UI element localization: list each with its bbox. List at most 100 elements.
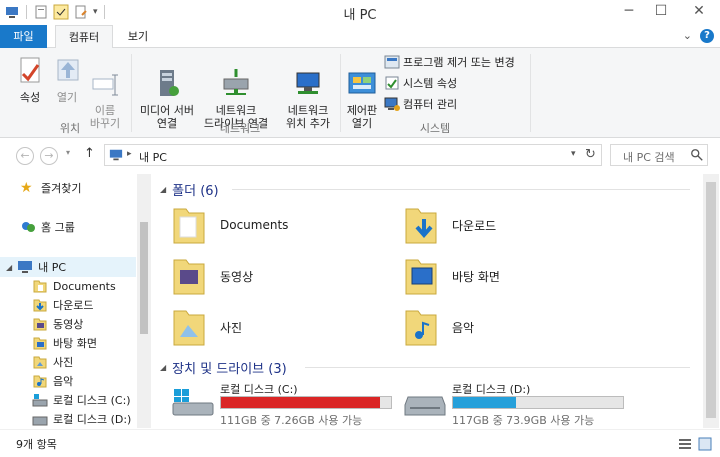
forward-button[interactable]: →	[40, 147, 58, 165]
nav-item-label: 바탕 화면	[53, 337, 97, 350]
address-bar[interactable]: ▸ 내 PC ▾ ↻	[104, 144, 602, 166]
desktop-folder-icon	[405, 259, 437, 295]
nav-item-drive-c[interactable]: 로컬 디스크 (C:)	[32, 391, 131, 409]
rename-button[interactable]: 이름 바꾸기	[86, 54, 124, 130]
minimize-button[interactable]: ─	[614, 0, 644, 22]
folder-music[interactable]: 음악	[404, 307, 474, 347]
system-properties-label: 시스템 속성	[403, 77, 458, 90]
refresh-icon[interactable]: ↻	[585, 147, 596, 162]
downloads-folder-icon	[33, 299, 47, 312]
add-network-location-button[interactable]: 네트워크 위치 추가	[280, 54, 336, 130]
back-button[interactable]: ←	[16, 147, 34, 165]
collapse-arrow-icon[interactable]: ◢	[160, 185, 166, 194]
system-properties-button[interactable]: 시스템 속성	[384, 75, 457, 91]
window-title: 내 PC	[343, 8, 377, 23]
item-count: 9개 항목	[16, 438, 57, 451]
search-icon[interactable]	[690, 148, 704, 162]
desktop-folder-icon	[33, 337, 47, 350]
control-panel-button[interactable]: 제어판 열기	[344, 54, 380, 130]
drive-c[interactable]: 로컬 디스크 (C:) 111GB 중 7.26GB 사용 가능	[172, 381, 402, 427]
computer-management-button[interactable]: 컴퓨터 관리	[384, 96, 457, 112]
drive-d[interactable]: 로컬 디스크 (D:) 117GB 중 73.9GB 사용 가능	[404, 381, 634, 427]
nav-item-pictures[interactable]: 사진	[32, 353, 73, 371]
nav-item-label: Documents	[53, 279, 116, 293]
drives-header-label: 장치 및 드라이브 (3)	[172, 362, 287, 377]
folder-documents[interactable]: Documents	[172, 205, 288, 245]
nav-item-desktop[interactable]: 바탕 화면	[32, 334, 97, 352]
drive-usage-bar	[220, 396, 392, 409]
address-dropdown-icon[interactable]: ▾	[571, 149, 576, 159]
map-drive-button[interactable]: 네트워크 드라이브 연결	[200, 54, 272, 130]
open-label: 열기	[56, 91, 78, 104]
nav-this-pc-label: 내 PC	[38, 261, 67, 274]
recent-locations-icon[interactable]: ▾	[66, 148, 70, 157]
collapse-arrow-icon[interactable]: ◢	[6, 263, 12, 272]
nav-homegroup[interactable]: 홈 그룹	[20, 218, 75, 236]
folder-label: Documents	[220, 218, 289, 232]
help-icon[interactable]: ?	[700, 29, 714, 43]
collapse-arrow-icon[interactable]: ◢	[160, 363, 166, 372]
properties-icon	[20, 57, 40, 83]
documents-folder-icon	[33, 280, 47, 293]
nav-favorites-label: 즐겨찾기	[41, 182, 82, 195]
open-button[interactable]: 열기	[52, 54, 82, 104]
group-separator	[530, 54, 531, 132]
scrollbar-thumb[interactable]	[706, 182, 716, 418]
maximize-button[interactable]: ☐	[646, 0, 676, 22]
content-scrollbar[interactable]	[703, 174, 719, 428]
nav-item-downloads[interactable]: 다운로드	[32, 296, 93, 314]
search-input[interactable]: 내 PC 검색	[623, 149, 675, 165]
nav-item-label: 동영상	[53, 318, 84, 331]
folder-downloads[interactable]: 다운로드	[404, 205, 496, 245]
nav-favorites[interactable]: ★ 즐겨찾기	[20, 179, 81, 197]
nav-homegroup-label: 홈 그룹	[41, 221, 75, 234]
tab-view[interactable]: 보기	[118, 25, 158, 48]
group-label-location: 위치	[59, 122, 81, 135]
control-panel-icon	[348, 72, 376, 94]
folder-videos[interactable]: 동영상	[172, 256, 253, 296]
drives-header-line	[305, 367, 690, 368]
tab-computer[interactable]: 컴퓨터	[55, 25, 113, 49]
folder-desktop[interactable]: 바탕 화면	[404, 256, 500, 296]
folders-section-header[interactable]: ◢ 폴더 (6)	[160, 180, 219, 199]
close-button[interactable]: ✕	[684, 0, 714, 22]
folders-header-line	[232, 189, 690, 190]
expand-ribbon-icon[interactable]: ⌄	[683, 29, 692, 43]
downloads-folder-icon	[405, 208, 437, 244]
media-server-icon	[160, 70, 179, 96]
address-path: 내 PC	[139, 151, 167, 164]
nav-item-documents[interactable]: Documents	[32, 277, 116, 295]
media-server-button[interactable]: 미디어 서버 연결	[136, 54, 198, 130]
homegroup-icon	[22, 222, 35, 232]
tab-file[interactable]: 파일	[0, 25, 47, 48]
music-folder-icon	[33, 375, 47, 388]
nav-item-drive-d[interactable]: 로컬 디스크 (D:)	[32, 410, 131, 428]
network-location-icon	[296, 72, 320, 94]
nav-item-videos[interactable]: 동영상	[32, 315, 83, 333]
nav-item-label: 로컬 디스크 (D:)	[53, 413, 132, 426]
properties-button[interactable]: 속성	[10, 54, 50, 104]
hard-drive-icon	[32, 416, 48, 426]
uninstall-program-button[interactable]: 프로그램 제거 또는 변경	[384, 54, 515, 70]
address-bar-row: ← → ▾ ↑ ▸ 내 PC ▾ ↻ 내 PC 검색	[0, 139, 720, 171]
nav-this-pc[interactable]: ◢ 내 PC	[6, 258, 66, 276]
pc-icon	[109, 149, 123, 161]
folder-label: 음악	[452, 320, 475, 335]
status-bar: 9개 항목	[0, 429, 720, 457]
up-arrow-icon[interactable]: ↑	[84, 146, 95, 161]
ribbon: 속성 열기 이름 바꾸기 위치 미디어 서버 연결 네트워크 드라이브 연결 네…	[0, 48, 720, 138]
breadcrumb-separator-icon[interactable]: ▸	[127, 149, 132, 159]
folder-pictures[interactable]: 사진	[172, 307, 242, 347]
hard-drive-icon	[404, 396, 446, 416]
large-icons-view-icon[interactable]	[698, 437, 712, 451]
nav-item-music[interactable]: 음악	[32, 372, 73, 390]
drives-section-header[interactable]: ◢ 장치 및 드라이브 (3)	[160, 358, 287, 377]
nav-item-label: 사진	[53, 356, 74, 369]
drive-usage-fill	[453, 397, 516, 408]
ribbon-tabs: 파일 컴퓨터 보기 ⌄ ?	[0, 25, 720, 49]
details-view-icon[interactable]	[678, 437, 692, 451]
pictures-folder-icon	[173, 310, 205, 346]
scrollbar-thumb[interactable]	[140, 222, 148, 334]
search-box[interactable]: 내 PC 검색	[610, 144, 708, 166]
nav-pane-scrollbar[interactable]	[137, 174, 151, 428]
